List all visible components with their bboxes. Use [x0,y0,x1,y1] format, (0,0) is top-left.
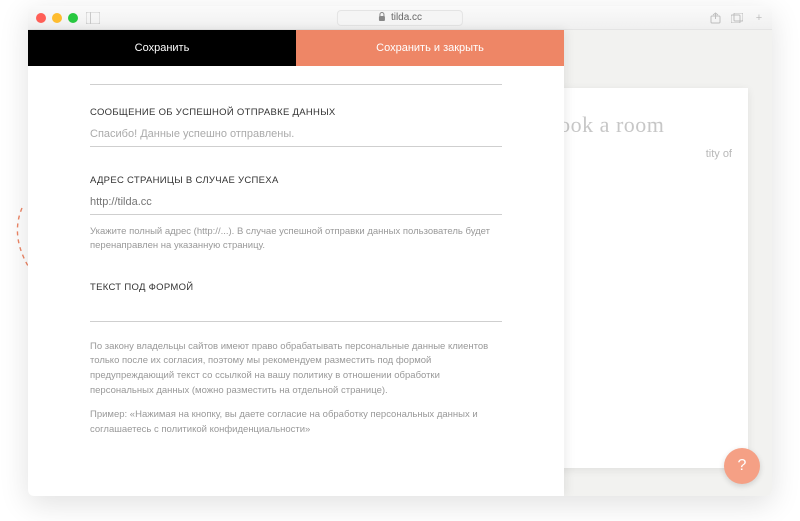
preview-subtext: tity of [544,146,732,163]
sidebar-toggle-icon[interactable] [86,11,100,25]
minimize-window-icon[interactable] [52,13,62,23]
window-controls [36,13,78,23]
new-tab-icon[interactable]: + [752,11,766,25]
tabs-icon[interactable] [730,11,744,25]
under-form-input[interactable] [90,299,502,322]
close-window-icon[interactable] [36,13,46,23]
settings-panel: Сохранить Сохранить и закрыть СООБЩЕНИЕ … [28,30,564,496]
under-form-label: ТЕКСТ ПОД ФОРМОЙ [90,282,502,293]
under-form-description-2: Пример: «Нажимая на кнопку, вы даете сог… [90,408,502,437]
panel-header: Сохранить Сохранить и закрыть [28,30,564,66]
browser-window: tilda.cc + Book a room tity of Сохранить… [28,6,772,496]
maximize-window-icon[interactable] [68,13,78,23]
success-url-hint: Укажите полный адрес (http://...). В слу… [90,225,502,254]
success-message-label: СООБЩЕНИЕ ОБ УСПЕШНОЙ ОТПРАВКЕ ДАННЫХ [90,107,502,118]
preview-heading: Book a room [544,112,732,138]
address-bar[interactable]: tilda.cc [337,10,463,26]
success-url-section: АДРЕС СТРАНИЦЫ В СЛУЧАЕ УСПЕХА Укажите п… [90,175,502,254]
under-form-description-1: По закону владельцы сайтов имеют право о… [90,340,502,399]
lock-icon [378,12,386,24]
under-form-section: ТЕКСТ ПОД ФОРМОЙ По закону владельцы сай… [90,282,502,438]
address-url: tilda.cc [391,12,422,23]
save-button[interactable]: Сохранить [28,30,296,66]
success-message-input[interactable] [90,124,502,147]
divider [90,84,502,85]
success-message-section: СООБЩЕНИЕ ОБ УСПЕШНОЙ ОТПРАВКЕ ДАННЫХ [90,107,502,147]
save-and-close-button[interactable]: Сохранить и закрыть [296,30,564,66]
success-url-label: АДРЕС СТРАНИЦЫ В СЛУЧАЕ УСПЕХА [90,175,502,186]
success-url-input[interactable] [90,192,502,215]
help-button[interactable]: ? [724,448,760,484]
share-icon[interactable] [708,11,722,25]
browser-titlebar: tilda.cc + [28,6,772,30]
